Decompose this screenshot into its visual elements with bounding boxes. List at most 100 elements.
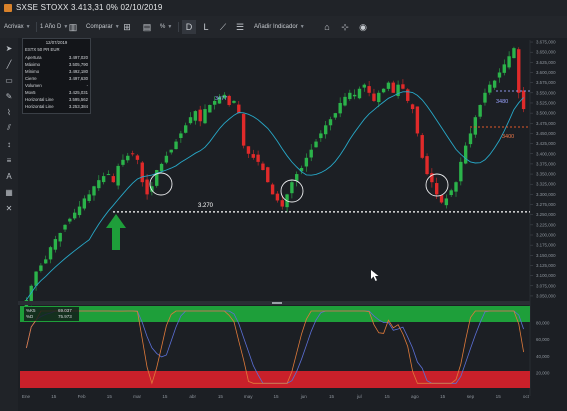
candle-body (53, 239, 58, 250)
window-title: SXSE STOXX 3.413,31 0% 02/10/2019 (16, 3, 163, 12)
candle-body (420, 135, 424, 158)
candle-body (130, 153, 135, 155)
info-label: Mov5 (25, 90, 36, 95)
time-axis-label: mar (133, 394, 141, 399)
price-chart[interactable]: 3.675,000 3.650,000 3.625,000 3.600,000 3.57… (18, 38, 567, 411)
chevron-down-icon: ▼ (299, 24, 305, 30)
measure-icon[interactable]: ↕ (3, 138, 15, 150)
candle-body (386, 82, 391, 89)
info-value: 3.595,562 (68, 97, 88, 102)
fibonacci-icon[interactable]: ≡ (3, 154, 15, 166)
candle-body (227, 95, 231, 105)
time-axis-label: jun (300, 394, 308, 399)
candle-body (488, 84, 492, 93)
title-bar: SXSE STOXX 3.413,31 0% 02/10/2019 (0, 0, 567, 17)
candle-body (328, 119, 333, 126)
info-label: Horizontal Line (25, 97, 54, 102)
candle-body (280, 200, 284, 207)
pen-icon[interactable]: ✎ (3, 90, 15, 102)
time-axis-label: sep (467, 394, 475, 399)
percent-button[interactable]: % ▼ (160, 20, 172, 34)
pane-resize-handle (272, 302, 282, 304)
candle-body (333, 113, 338, 118)
calculator-icon[interactable]: ▦ (3, 186, 15, 198)
candle-body (179, 133, 183, 138)
price-axis-label: 3.400,000 (536, 151, 556, 156)
price-axis-label: 3.525,000 (536, 100, 556, 105)
oscillator-legend: %K5 69.037 %D 75.973 (24, 307, 79, 321)
chevron-down-icon: ▼ (167, 24, 173, 30)
trash-icon[interactable]: ✕ (3, 202, 15, 214)
camera-icon[interactable]: ◉ (356, 20, 370, 34)
candle-body (121, 159, 125, 165)
text-icon[interactable]: A (3, 170, 15, 182)
candle-body (164, 155, 169, 163)
candle-body (159, 163, 164, 172)
info-value: 3.253,384 (68, 104, 88, 109)
toolbar-divider (178, 22, 179, 32)
oversold-zone (20, 371, 530, 388)
candle-body (44, 259, 48, 264)
candle-body (241, 113, 246, 146)
grid-icon[interactable]: ⊞ (120, 20, 134, 34)
drawing-tools-sidebar: ➤ ╱ ▭ ✎ ⌇ ⫽ ↕ ≡ A ▦ ✕ (0, 38, 19, 411)
line-icon[interactable]: ╱ (3, 58, 15, 70)
info-symbol: ESTX 50 PR EUR (25, 47, 60, 52)
support-label: 3.270 (198, 203, 214, 209)
candle-body (193, 111, 198, 121)
osc-axis-label: 20,000 (536, 371, 550, 376)
candle-body (314, 141, 318, 148)
candle-body (497, 72, 502, 78)
chart-type-icon[interactable]: ▥ (66, 20, 80, 34)
candle-body (184, 125, 188, 133)
price-axis-label: 3.225,000 (536, 222, 556, 227)
candle-body (111, 176, 115, 183)
symbol-select[interactable]: Acrivax ▼ (4, 20, 31, 34)
time-axis-label: 15 (273, 394, 279, 399)
price-axis-label: 3.150,000 (536, 253, 556, 258)
time-axis-label: 15 (440, 394, 446, 399)
period-select[interactable]: 1 Año D ▼ (40, 20, 68, 34)
l-button[interactable]: L (199, 20, 213, 34)
price-axis-label: 3.575,000 (536, 80, 556, 85)
candle-body (188, 117, 193, 124)
price-axis-label: 3.475,000 (536, 121, 556, 126)
magnet-icon[interactable]: ⌂ (320, 20, 334, 34)
d-value: 75.973 (58, 314, 72, 319)
candle-body (463, 145, 468, 164)
compare-select[interactable]: Comparar ▼ (86, 20, 120, 34)
candle-body (483, 92, 487, 103)
rectangle-icon[interactable]: ▭ (3, 74, 15, 86)
candle-body (352, 94, 357, 97)
candle-body (444, 198, 449, 206)
price-axis-label: 3.650,000 (536, 50, 556, 55)
candle-body (295, 174, 299, 181)
candle-body (338, 102, 342, 114)
cursor-icon[interactable]: ➤ (3, 42, 15, 54)
candle-body (319, 133, 323, 139)
price-axis-label: 3.200,000 (536, 233, 556, 238)
info-label: Cierre (25, 76, 37, 81)
d-label: %D (26, 314, 34, 319)
price-axis-label: 3.125,000 (536, 263, 556, 268)
candle-body (237, 104, 241, 114)
candle-body (198, 109, 202, 122)
draw-icon[interactable]: ⟋ (216, 20, 230, 34)
candle-body (82, 198, 87, 209)
d-button[interactable]: D (182, 20, 196, 34)
brush-icon[interactable]: ⌇ (3, 106, 15, 118)
candle-body (266, 167, 270, 183)
candle-body (77, 206, 82, 216)
crosshair-icon[interactable]: ⊹ (338, 20, 352, 34)
channel-icon[interactable]: ⫽ (3, 122, 15, 134)
candle-body (357, 88, 362, 99)
candle-body (256, 154, 260, 162)
add-indicator-button[interactable]: Añadir Indicador ▼ (254, 20, 305, 34)
info-label: Máximo (25, 62, 41, 67)
layout-icon[interactable]: ▤ (140, 20, 154, 34)
candle-body (367, 86, 371, 93)
candle-body (275, 193, 280, 201)
settings-slider-icon[interactable]: ☰ (233, 20, 247, 34)
time-axis-label: Ene (22, 394, 31, 399)
annotation-label: 3477 (215, 96, 227, 102)
